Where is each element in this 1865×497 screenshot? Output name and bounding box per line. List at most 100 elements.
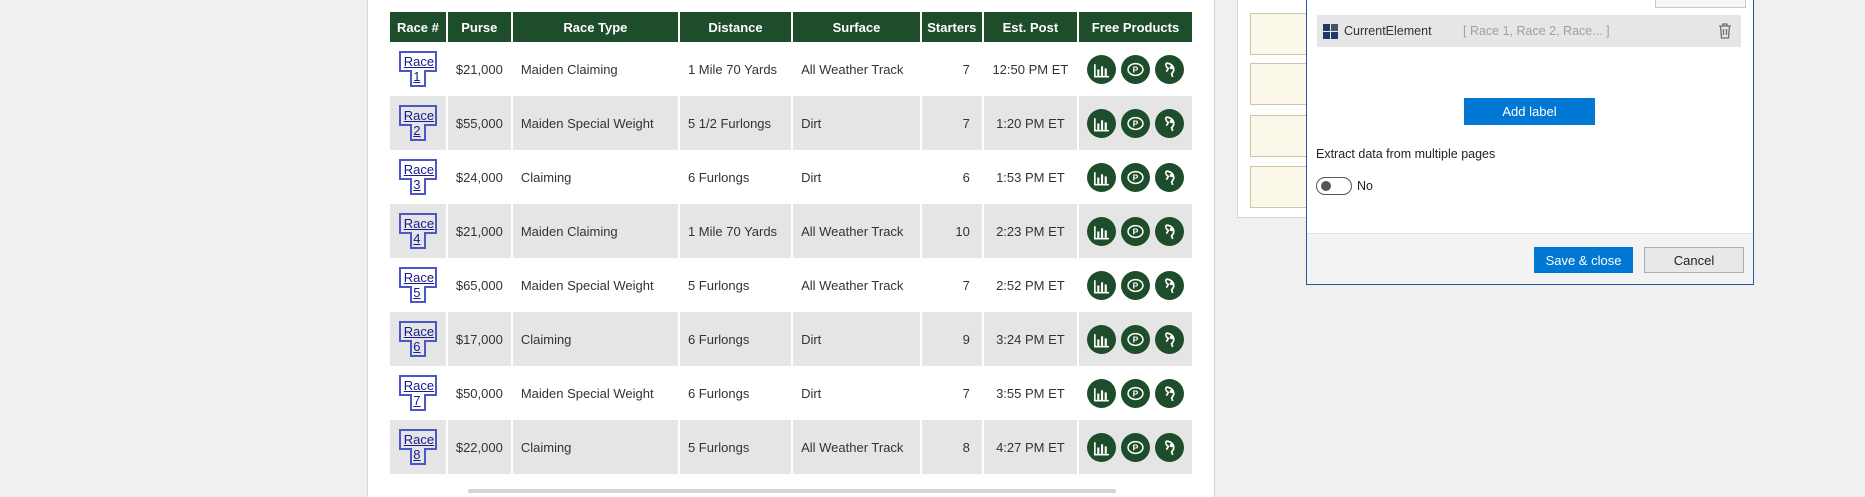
cell-purse: $24,000 bbox=[447, 150, 511, 204]
speed-p-icon[interactable]: P bbox=[1120, 432, 1150, 462]
cell-est-post: 12:50 PM ET bbox=[983, 42, 1077, 96]
table-row: Race 4 $21,000 Maiden Claiming 1 Mile 70 Ya… bbox=[390, 204, 1192, 258]
cell-distance: 6 Furlongs bbox=[679, 150, 792, 204]
bar-chart-icon[interactable] bbox=[1086, 162, 1116, 192]
cell-surface: All Weather Track bbox=[793, 42, 920, 96]
bar-chart-icon[interactable] bbox=[1086, 108, 1116, 138]
table-row: Race 5 $65,000 Maiden Special Weight 5 Furl… bbox=[390, 258, 1192, 312]
cell-free-products: P bbox=[1078, 366, 1192, 420]
cell-surface: All Weather Track bbox=[793, 420, 920, 474]
bar-chart-icon[interactable] bbox=[1086, 216, 1116, 246]
cell-race: Race 6 bbox=[390, 312, 446, 366]
cell-purse: $22,000 bbox=[447, 420, 511, 474]
header-purse: Purse bbox=[447, 12, 511, 42]
horse-head-icon[interactable] bbox=[1154, 324, 1184, 354]
cell-free-products: P bbox=[1078, 96, 1192, 150]
cell-race-type: Claiming bbox=[512, 150, 678, 204]
svg-text:P: P bbox=[1133, 64, 1139, 74]
race-link[interactable]: Race 3 bbox=[398, 159, 438, 195]
free-products-group: P bbox=[1086, 378, 1184, 408]
bar-chart-icon[interactable] bbox=[1086, 270, 1116, 300]
cell-starters: 7 bbox=[921, 366, 982, 420]
table-row: Race 2 $55,000 Maiden Special Weight 5 1/2 … bbox=[390, 96, 1192, 150]
ui-element-icon bbox=[1323, 23, 1338, 39]
cell-purse: $21,000 bbox=[447, 204, 511, 258]
cell-surface: Dirt bbox=[793, 150, 920, 204]
horizontal-scrollbar[interactable] bbox=[468, 489, 1116, 493]
cell-distance: 5 Furlongs bbox=[679, 420, 792, 474]
svg-text:P: P bbox=[1133, 172, 1139, 182]
speed-p-icon[interactable]: P bbox=[1120, 108, 1150, 138]
header-est-post: Est. Post bbox=[983, 12, 1077, 42]
header-race: Race # bbox=[390, 12, 446, 42]
extract-multiple-pages-label: Extract data from multiple pages bbox=[1316, 147, 1496, 161]
cell-est-post: 1:20 PM ET bbox=[983, 96, 1077, 150]
speed-p-icon[interactable]: P bbox=[1120, 54, 1150, 84]
cell-free-products: P bbox=[1078, 312, 1192, 366]
element-name: CurrentElement bbox=[1344, 24, 1432, 38]
bar-chart-icon[interactable] bbox=[1086, 432, 1116, 462]
bar-chart-icon[interactable] bbox=[1086, 54, 1116, 84]
horse-head-icon[interactable] bbox=[1154, 378, 1184, 408]
cell-est-post: 2:52 PM ET bbox=[983, 258, 1077, 312]
horse-head-icon[interactable] bbox=[1154, 162, 1184, 192]
cell-est-post: 4:27 PM ET bbox=[983, 420, 1077, 474]
extract-multiple-pages-toggle[interactable] bbox=[1316, 177, 1352, 195]
race-link[interactable]: Race 5 bbox=[398, 267, 438, 303]
free-products-group: P bbox=[1086, 162, 1184, 192]
horse-head-icon[interactable] bbox=[1154, 432, 1184, 462]
horse-head-icon[interactable] bbox=[1154, 108, 1184, 138]
free-products-group: P bbox=[1086, 324, 1184, 354]
element-row[interactable]: CurrentElement [ Race 1, Race 2, Race...… bbox=[1317, 15, 1741, 47]
race-link[interactable]: Race 4 bbox=[398, 213, 438, 249]
cell-est-post: 1:53 PM ET bbox=[983, 150, 1077, 204]
cell-purse: $55,000 bbox=[447, 96, 511, 150]
race-link[interactable]: Race 6 bbox=[398, 321, 438, 357]
cell-race-type: Claiming bbox=[512, 420, 678, 474]
save-close-button[interactable]: Save & close bbox=[1534, 247, 1633, 273]
add-label-button[interactable]: Add label bbox=[1464, 98, 1595, 125]
horse-head-icon[interactable] bbox=[1154, 54, 1184, 84]
cell-race: Race 8 bbox=[390, 420, 446, 474]
cell-race: Race 7 bbox=[390, 366, 446, 420]
header-surface: Surface bbox=[793, 12, 920, 42]
table-row: Race 1 $21,000 Maiden Claiming 1 Mile 70 Ya… bbox=[390, 42, 1192, 96]
cell-free-products: P bbox=[1078, 204, 1192, 258]
cell-distance: 6 Furlongs bbox=[679, 312, 792, 366]
free-products-group: P bbox=[1086, 432, 1184, 462]
speed-p-icon[interactable]: P bbox=[1120, 324, 1150, 354]
bar-chart-icon[interactable] bbox=[1086, 324, 1116, 354]
race-link[interactable]: Race 1 bbox=[398, 51, 438, 87]
speed-p-icon[interactable]: P bbox=[1120, 162, 1150, 192]
cell-race-type: Maiden Claiming bbox=[512, 42, 678, 96]
speed-p-icon[interactable]: P bbox=[1120, 216, 1150, 246]
speed-p-icon[interactable]: P bbox=[1120, 270, 1150, 300]
cancel-button[interactable]: Cancel bbox=[1644, 247, 1744, 273]
cell-race: Race 1 bbox=[390, 42, 446, 96]
cell-race-type: Maiden Special Weight bbox=[512, 258, 678, 312]
cell-race: Race 3 bbox=[390, 150, 446, 204]
horse-head-icon[interactable] bbox=[1154, 216, 1184, 246]
cell-starters: 9 bbox=[921, 312, 982, 366]
horse-head-icon[interactable] bbox=[1154, 270, 1184, 300]
race-link[interactable]: Race 7 bbox=[398, 375, 438, 411]
cell-race: Race 2 bbox=[390, 96, 446, 150]
table-header-row: Race # Purse Race Type Distance Surface … bbox=[390, 12, 1192, 42]
trash-icon[interactable] bbox=[1717, 22, 1733, 40]
race-link[interactable]: Race 8 bbox=[398, 429, 438, 465]
cell-surface: Dirt bbox=[793, 366, 920, 420]
table-row: Race 3 $24,000 Claiming 6 Furlongs Dirt 6 1:53… bbox=[390, 150, 1192, 204]
free-products-group: P bbox=[1086, 54, 1184, 84]
cell-race-type: Maiden Special Weight bbox=[512, 96, 678, 150]
race-link[interactable]: Race 2 bbox=[398, 105, 438, 141]
bar-chart-icon[interactable] bbox=[1086, 378, 1116, 408]
toggle-knob bbox=[1321, 181, 1331, 191]
cell-est-post: 2:23 PM ET bbox=[983, 204, 1077, 258]
top-button-stub[interactable] bbox=[1655, 0, 1746, 8]
cell-purse: $21,000 bbox=[447, 42, 511, 96]
speed-p-icon[interactable]: P bbox=[1120, 378, 1150, 408]
cell-surface: All Weather Track bbox=[793, 204, 920, 258]
cell-purse: $50,000 bbox=[447, 366, 511, 420]
svg-text:P: P bbox=[1133, 226, 1139, 236]
cell-free-products: P bbox=[1078, 258, 1192, 312]
